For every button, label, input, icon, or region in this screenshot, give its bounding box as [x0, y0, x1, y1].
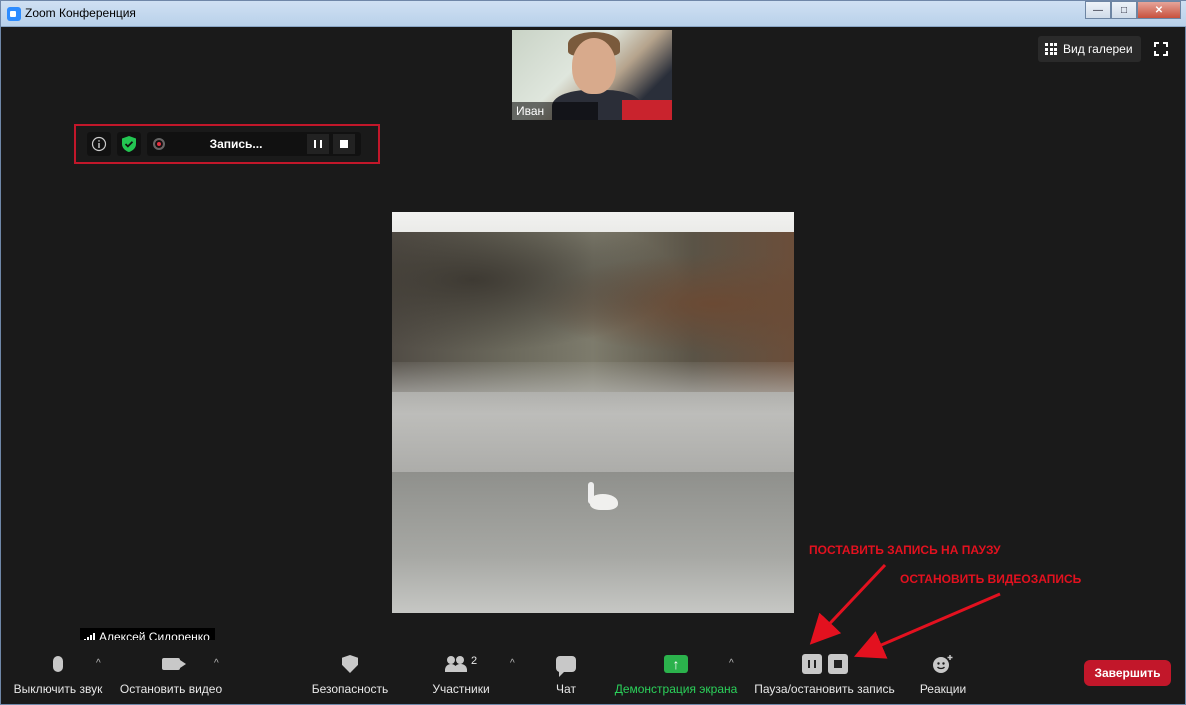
video-options-caret[interactable]: ^	[214, 658, 219, 669]
zoom-logo-icon	[7, 7, 21, 21]
window-title: Zoom Конференция	[25, 6, 136, 20]
reactions-label: Реакции	[919, 682, 967, 696]
shield-check-icon	[122, 136, 136, 152]
close-button[interactable]: ✕	[1137, 1, 1181, 19]
recording-bar: Запись...	[87, 131, 369, 157]
security-label: Безопасность	[311, 682, 389, 696]
toolbar-pause-recording-button[interactable]	[801, 654, 822, 674]
info-button[interactable]	[87, 132, 111, 156]
mute-label: Выключить звук	[13, 682, 103, 696]
chat-label: Чат	[556, 682, 576, 696]
recording-controls	[307, 134, 355, 154]
recording-pause-button[interactable]	[307, 134, 329, 154]
toolbar-stop-recording-button[interactable]	[827, 654, 848, 674]
participant-shirt	[622, 100, 672, 120]
stop-icon	[340, 140, 348, 148]
share-screen-icon: ↑	[664, 655, 688, 673]
mute-button[interactable]: Выключить звук	[12, 652, 104, 696]
chat-icon	[556, 656, 576, 677]
end-meeting-button[interactable]: Завершить	[1084, 660, 1171, 686]
gallery-view-label: Вид галереи	[1063, 42, 1133, 56]
info-icon	[91, 136, 107, 152]
recording-dot-icon	[153, 138, 165, 150]
pause-stop-recording-group: Пауза/остановить запись	[753, 652, 896, 696]
participant-face	[572, 38, 616, 94]
maximize-button[interactable]: □	[1111, 1, 1137, 19]
gallery-view-button[interactable]: Вид галереи	[1038, 36, 1141, 62]
annotation-pause: ПОСТАВИТЬ ЗАПИСЬ НА ПАУЗУ	[809, 543, 1001, 557]
fullscreen-icon[interactable]	[1154, 42, 1168, 56]
recording-status-text: Запись...	[209, 137, 263, 151]
swan-figure	[588, 482, 618, 516]
participants-label: Участники	[432, 682, 490, 696]
security-button[interactable]: Безопасность	[311, 652, 389, 696]
share-screen-label: Демонстрация экрана	[614, 682, 738, 696]
recording-status: Запись...	[147, 132, 361, 156]
pause-icon	[807, 660, 816, 668]
encryption-button[interactable]	[117, 132, 141, 156]
share-options-caret[interactable]: ^	[729, 658, 734, 669]
active-speaker-video[interactable]	[392, 212, 794, 613]
pause-icon	[314, 140, 322, 148]
share-screen-button[interactable]: ↑ Демонстрация экрана	[614, 652, 738, 696]
participants-count: 2	[470, 655, 478, 667]
participant-name: Иван	[512, 102, 598, 120]
participant-thumbnail[interactable]: Иван	[512, 30, 672, 120]
reactions-icon	[933, 655, 953, 673]
chat-button[interactable]: Чат	[552, 652, 580, 696]
shield-icon	[342, 655, 358, 673]
pause-stop-label: Пауза/остановить запись	[754, 682, 895, 696]
recording-stop-button[interactable]	[333, 134, 355, 154]
title-bar: Zoom Конференция — □ ✕	[1, 1, 1186, 27]
microphone-icon	[53, 656, 63, 672]
annotation-stop: ОСТАНОВИТЬ ВИДЕОЗАПИСЬ	[900, 572, 1082, 586]
participants-icon	[444, 656, 467, 672]
participants-button[interactable]: 2 Участники	[430, 652, 492, 696]
video-camera-icon	[162, 658, 186, 670]
stop-video-button[interactable]: Остановить видео	[120, 652, 222, 696]
stop-icon	[833, 660, 842, 668]
window-controls: — □ ✕	[1085, 1, 1181, 21]
minimize-button[interactable]: —	[1085, 1, 1111, 19]
grid-icon	[1045, 43, 1057, 55]
participants-options-caret[interactable]: ^	[510, 658, 515, 669]
stop-video-label: Остановить видео	[119, 682, 223, 696]
reactions-button[interactable]: Реакции	[918, 652, 968, 696]
audio-options-caret[interactable]: ^	[96, 658, 101, 669]
